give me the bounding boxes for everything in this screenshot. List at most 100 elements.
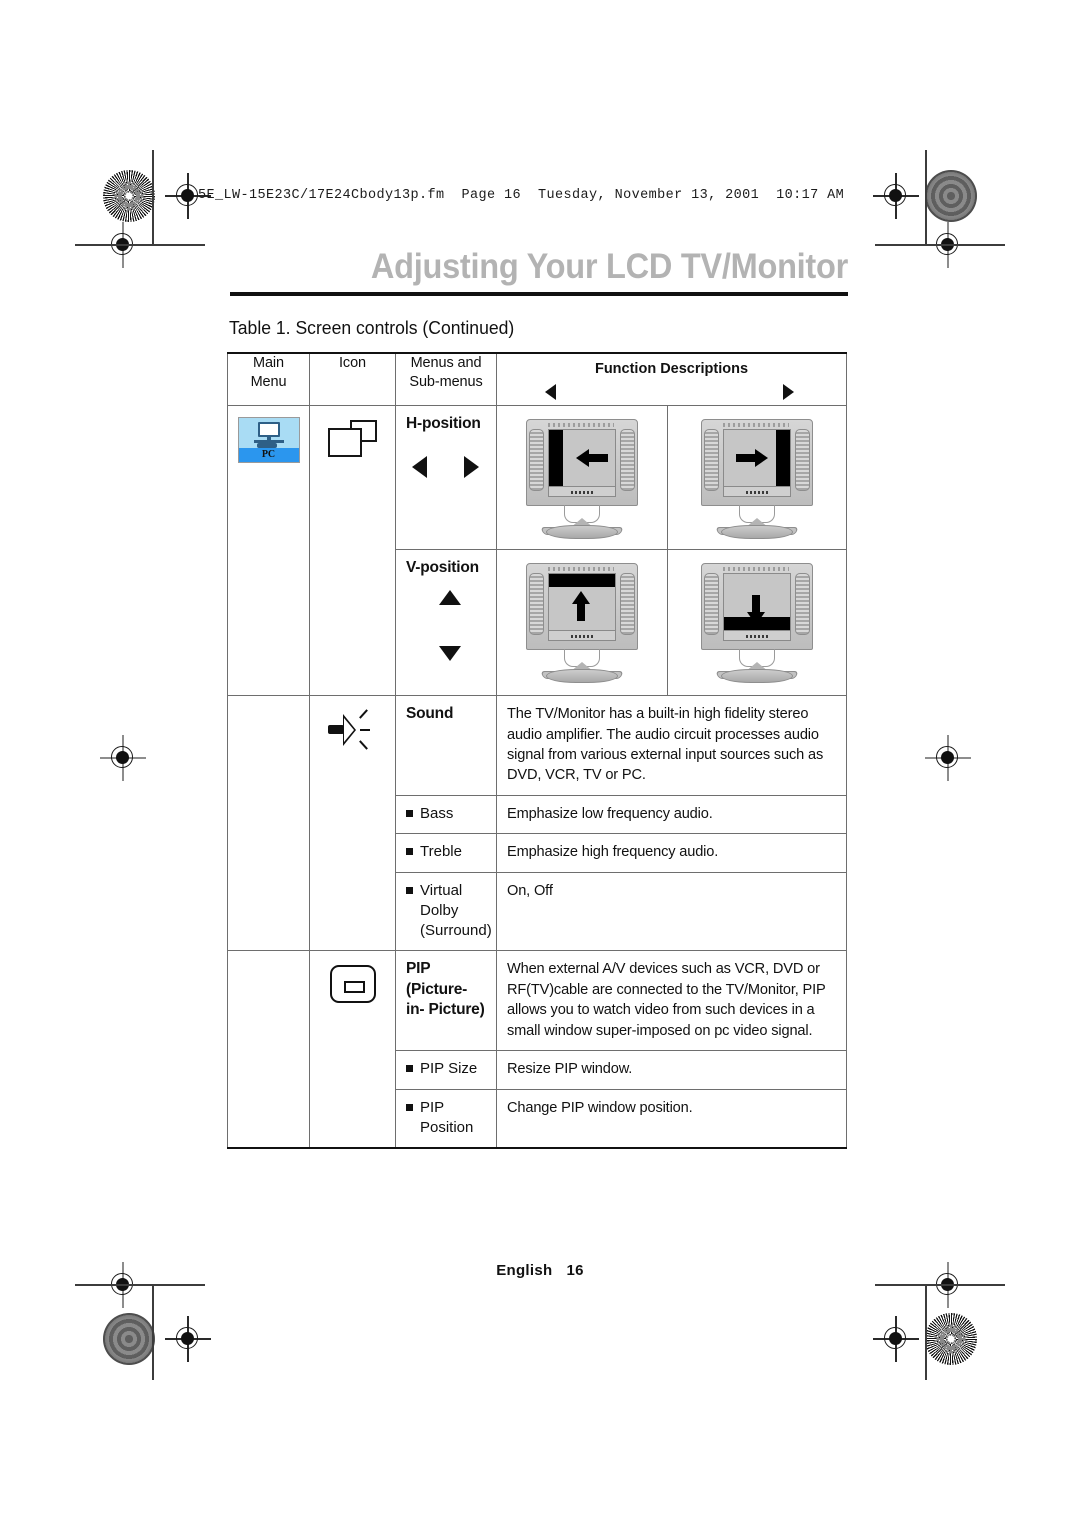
- tv-illustration-h-right: [693, 415, 821, 543]
- submenu-cell-v-position: V-position: [395, 548, 497, 697]
- pip-size-description: Resize PIP window.: [507, 1061, 633, 1078]
- pc-menu-icon: PC: [237, 417, 300, 463]
- description-cell-pip-size: Resize PIP window.: [495, 1050, 848, 1090]
- screen-controls-table: Main Menu Icon Menus and Sub-menus Funct…: [227, 352, 848, 1150]
- h-position-illustration-left-cell: [496, 405, 668, 550]
- tv-illustration-v-down: [693, 559, 821, 687]
- table-row-h-position: PC H-position: [227, 404, 848, 697]
- registration-target-bottom-right: [873, 1316, 919, 1362]
- pip-position-label-line1: PIP: [420, 1098, 445, 1116]
- h-position-right-arrow-icon: [464, 456, 479, 479]
- v-position-label: V-position: [406, 559, 479, 576]
- column-header-main-menu: Main Menu: [227, 352, 310, 406]
- column-header-function-descriptions: Function Descriptions: [495, 352, 848, 406]
- overlapping-rectangles-icon: [327, 420, 379, 462]
- table-row-sound: Sound The TV/Monitor has a built-in high…: [227, 695, 848, 952]
- virtual-dolby-label-line2: Dolby: [420, 901, 459, 919]
- bullet-square-icon: [406, 1103, 413, 1111]
- left-triangle-icon: [545, 384, 556, 400]
- bullet-square-icon: [406, 1065, 413, 1073]
- virtual-dolby-label-line3: (Surround): [420, 922, 492, 940]
- trim-line-left-vertical-bottom: [152, 1284, 154, 1380]
- description-cell-virtual-dolby: On, Off: [495, 871, 848, 952]
- trim-line-right-vertical-bottom: [925, 1284, 927, 1380]
- function-descriptions-arrow-row: [497, 379, 846, 405]
- pip-description: When external A/V devices such as VCR, D…: [507, 961, 826, 1039]
- monitor-shape: [257, 422, 280, 437]
- page-footer: English 16: [0, 1262, 1080, 1279]
- pip-size-label: PIP Size: [420, 1060, 478, 1078]
- pip-inner-window-shape: [343, 981, 365, 994]
- main-menu-label-line1: Main: [252, 355, 285, 371]
- description-cell-pip: When external A/V devices such as VCR, D…: [495, 950, 848, 1052]
- density-patch-top-right: [925, 170, 977, 222]
- icon-cell-pip: [309, 950, 396, 1150]
- tv-illustration-h-left: [518, 415, 646, 543]
- v-position-illustration-right-cell: [666, 548, 848, 697]
- virtual-dolby-description: On, Off: [507, 882, 553, 899]
- icon-column-label: Icon: [338, 355, 366, 371]
- table-header-row: Main Menu Icon Menus and Sub-menus Funct…: [227, 352, 848, 406]
- sound-title: Sound: [406, 705, 454, 723]
- main-menu-label-line2: Menu: [250, 374, 287, 391]
- main-menu-cell-sound-blank: [227, 695, 310, 952]
- sound-wave-3: [358, 740, 368, 750]
- column-header-menus-submenus: Menus and Sub-menus: [395, 352, 497, 406]
- trim-line-top: [75, 244, 205, 246]
- trim-line-top-right: [875, 244, 1005, 246]
- pip-position-label-line2: Position: [420, 1118, 474, 1136]
- submenu-cell-treble: Treble: [395, 833, 497, 873]
- trim-line-bottom: [75, 1284, 205, 1286]
- trim-line-bottom-right: [875, 1284, 1005, 1286]
- sound-wave-1: [358, 709, 368, 719]
- column-header-icon: Icon: [309, 352, 396, 406]
- main-menu-cell-pc: PC: [227, 404, 310, 697]
- registration-target-bottom-left: [165, 1316, 211, 1362]
- description-cell-bass: Emphasize low frequency audio.: [495, 794, 848, 835]
- bullet-square-icon: [406, 809, 413, 817]
- v-position-down-arrow-icon: [439, 646, 461, 662]
- submenu-cell-h-position: H-position: [395, 405, 497, 550]
- bass-description: Emphasize low frequency audio.: [507, 805, 713, 822]
- bullet-square-icon: [406, 886, 413, 894]
- pip-title-line2: (Picture-: [406, 980, 468, 998]
- speaker-cone-inner-shape: [343, 718, 354, 743]
- sunburst-registration-mark-bottom-right: [925, 1313, 977, 1365]
- table-caption: Table 1. Screen controls (Continued): [229, 317, 515, 338]
- pip-title-line3: in- Picture): [406, 1000, 485, 1018]
- h-position-arrows: [406, 434, 487, 508]
- pip-title-line1: PIP: [406, 960, 431, 978]
- description-cell-sound: The TV/Monitor has a built-in high fidel…: [495, 695, 848, 796]
- v-position-illustration-left-cell: [496, 548, 668, 697]
- v-position-up-arrow-icon: [439, 590, 461, 606]
- pip-icon: [329, 965, 376, 1004]
- h-position-label: H-position: [406, 415, 481, 432]
- sound-description: The TV/Monitor has a built-in high fidel…: [507, 706, 824, 784]
- icon-cell-position: [309, 404, 396, 697]
- footer-page-number: 16: [566, 1262, 584, 1279]
- submenu-cell-sound: Sound: [395, 695, 497, 796]
- registration-target-top-right: [873, 173, 919, 219]
- h-position-illustration-right-cell: [666, 405, 848, 550]
- pc-icon-label: PC: [238, 448, 299, 462]
- menus-label-line2: Sub-menus: [409, 374, 483, 391]
- submenu-cell-pip-size: PIP Size: [395, 1050, 497, 1090]
- page-title: Adjusting Your LCD TV/Monitor: [370, 247, 848, 286]
- title-underline-rule: [230, 292, 848, 296]
- trim-line-left-vertical: [152, 150, 154, 246]
- trim-line-right-vertical: [925, 150, 927, 246]
- menus-label-line1: Menus and: [410, 355, 482, 371]
- tv-illustration-v-up: [518, 559, 646, 687]
- treble-label: Treble: [420, 843, 462, 861]
- footer-language: English: [496, 1262, 553, 1279]
- description-cell-pip-position: Change PIP window position.: [495, 1088, 848, 1150]
- table-row-pip: PIP (Picture- in- Picture) When external…: [227, 950, 848, 1150]
- description-cell-treble: Emphasize high frequency audio.: [495, 833, 848, 873]
- pip-position-description: Change PIP window position.: [507, 1099, 693, 1116]
- rect-front-shape: [327, 428, 362, 457]
- virtual-dolby-label-line1: Virtual: [420, 881, 463, 899]
- file-info-strip: 5E_LW-15E23C/17E24Cbody13p.fm Page 16 Tu…: [198, 188, 845, 203]
- right-triangle-icon: [783, 384, 795, 400]
- bullet-square-icon: [406, 848, 413, 856]
- submenu-cell-pip-position: PIP Position: [395, 1088, 497, 1150]
